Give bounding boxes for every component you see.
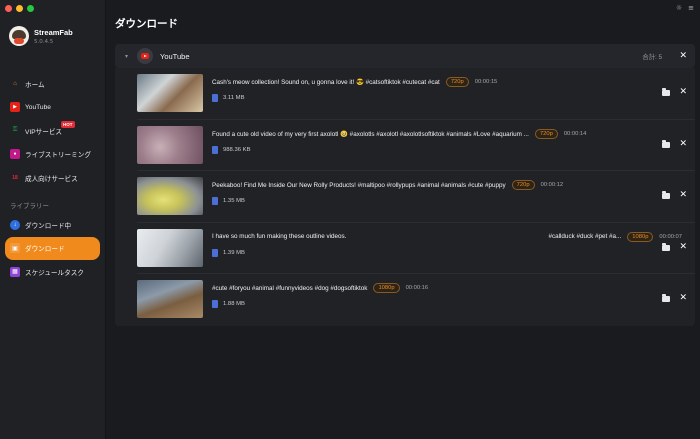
close-icon[interactable]: ✕ <box>679 190 687 200</box>
list-item[interactable]: I have so much fun making these outline … <box>137 223 695 274</box>
video-thumbnail <box>137 74 203 112</box>
folder-icon[interactable] <box>662 139 670 148</box>
close-icon[interactable]: ✕ <box>679 51 687 61</box>
sidebar-item-adult[interactable]: 18 成人向けサービス <box>0 166 106 190</box>
sidebar-item-label: YouTube <box>25 103 51 111</box>
video-title: I have so much fun making these outline … <box>212 233 347 240</box>
duration-label: 00:00:14 <box>563 130 587 137</box>
sidebar-item-vip[interactable]: ⚿ VIPサービス HOT <box>0 119 106 143</box>
close-icon[interactable]: ✕ <box>679 139 687 149</box>
video-list: Cash's meow collection! Sound on, u gonn… <box>115 68 695 326</box>
resolution-badge: 1080p <box>373 283 400 293</box>
file-size: 3.11 MB <box>223 95 245 101</box>
library-title: ライブラリー <box>10 203 49 210</box>
duration-label: 00:00:15 <box>474 79 498 85</box>
duration-label: 00:00:07 <box>659 233 682 240</box>
main-nav: ⌂ ホーム ▶ YouTube ⚿ VIPサービス HOT ● ライブストリーミ… <box>0 72 106 190</box>
download-icon: ↓ <box>10 219 20 230</box>
close-icon[interactable]: ✕ <box>679 87 687 97</box>
resolution-badge: 1080p <box>627 231 654 242</box>
home-icon: ⌂ <box>13 80 17 87</box>
top-right-icons: ☼ ≡ <box>676 4 694 12</box>
video-thumbnail <box>137 125 203 164</box>
group-title: YouTube <box>160 51 190 61</box>
list-item[interactable]: Cash's meow collection! Sound on, u gonn… <box>137 68 695 120</box>
maximize-window-button[interactable] <box>27 5 34 12</box>
resolution-badge: 720p <box>445 77 469 87</box>
sidebar-item-label: スケジュールタスク <box>25 269 84 277</box>
page-title: ダウンロード <box>115 18 178 30</box>
minimize-window-button[interactable] <box>16 5 23 12</box>
sidebar-item-label: 成人向けサービス <box>25 175 78 183</box>
sidebar-item-home[interactable]: ⌂ ホーム <box>0 72 106 96</box>
file-icon <box>212 94 218 102</box>
file-size: 1.88 MB <box>223 301 245 307</box>
folder-icon[interactable] <box>662 191 670 199</box>
library-nav: ↓ ダウンロード中 ▣ ダウンロード ▦ スケジュールタスク <box>0 213 106 284</box>
video-title: Peekaboo! Find Me Inside Our New Rolly P… <box>212 181 506 189</box>
duration-label: 00:00:16 <box>405 285 429 291</box>
main-panel: ☼ ≡ ダウンロード ▾ YouTube 合計: 5 ✕ Cash's meow… <box>106 0 700 439</box>
brand-name: StreamFab <box>34 27 73 37</box>
sidebar: StreamFab 5.0.4.5 ⌂ ホーム ▶ YouTube ⚿ VIPサ… <box>0 0 106 439</box>
app-window: StreamFab 5.0.4.5 ⌂ ホーム ▶ YouTube ⚿ VIPサ… <box>0 0 700 439</box>
video-title: Cash's meow collection! Sound on, u gonn… <box>212 79 440 86</box>
youtube-icon: ▶ <box>10 102 20 113</box>
youtube-icon <box>137 48 154 64</box>
adult-icon: 18 <box>12 174 18 181</box>
resolution-badge: 720p <box>534 128 558 139</box>
folder-icon[interactable] <box>662 88 670 96</box>
sidebar-item-youtube[interactable]: ▶ YouTube <box>0 96 106 120</box>
video-thumbnail <box>137 228 203 267</box>
video-title: #cute #foryou #animal #funnyvideos #dog … <box>212 284 368 292</box>
folder-icon[interactable] <box>662 242 670 251</box>
video-title: Found a cute old video of my very first … <box>212 130 529 138</box>
menu-icon[interactable]: ≡ <box>688 4 694 12</box>
file-size: 1.35 MB <box>223 198 245 204</box>
sidebar-item-label: VIPサービス <box>25 128 63 136</box>
file-icon <box>212 248 218 257</box>
close-icon[interactable]: ✕ <box>679 242 687 252</box>
sidebar-item-label: ホーム <box>25 81 45 89</box>
group-total: 合計: 5 <box>642 53 662 61</box>
duration-label: 00:00:12 <box>540 182 564 188</box>
chevron-down-icon[interactable]: ▾ <box>125 53 128 60</box>
resolution-badge: 720p <box>511 180 535 190</box>
logo-icon <box>9 26 29 46</box>
sidebar-item-label: ダウンロード <box>25 246 65 254</box>
theme-icon[interactable]: ☼ <box>676 4 682 12</box>
sidebar-item-downloaded[interactable]: ▣ ダウンロード <box>5 236 100 260</box>
live-icon: ● <box>10 149 20 160</box>
key-icon: ⚿ <box>12 127 18 134</box>
list-item[interactable]: #cute #foryou #animal #funnyvideos #dog … <box>137 274 695 326</box>
folder-icon[interactable] <box>662 294 670 302</box>
hot-badge: HOT <box>61 121 75 128</box>
list-item[interactable]: Peekaboo! Find Me Inside Our New Rolly P… <box>137 171 695 223</box>
close-window-button[interactable] <box>5 5 12 12</box>
file-size: 988.36 KB <box>223 146 251 153</box>
brand-header: StreamFab 5.0.4.5 <box>9 26 73 46</box>
sidebar-item-label: ダウンロード中 <box>25 222 72 230</box>
video-tags: #callduck #duck #pet #a... <box>548 233 622 240</box>
video-thumbnail <box>137 280 203 318</box>
sidebar-item-label: ライブストリーミング <box>25 152 91 160</box>
sidebar-item-live[interactable]: ● ライブストリーミング <box>0 143 106 167</box>
group-header[interactable]: ▾ YouTube 合計: 5 ✕ <box>115 44 695 68</box>
downloaded-icon: ▣ <box>10 243 20 254</box>
sidebar-item-schedule[interactable]: ▦ スケジュールタスク <box>0 260 106 284</box>
sidebar-item-downloading[interactable]: ↓ ダウンロード中 <box>0 213 106 237</box>
file-icon <box>212 197 218 205</box>
file-icon <box>212 145 218 154</box>
file-size: 1.39 MB <box>223 249 245 256</box>
close-icon[interactable]: ✕ <box>679 293 687 303</box>
schedule-icon: ▦ <box>10 266 20 277</box>
window-controls <box>5 5 34 12</box>
list-item[interactable]: Found a cute old video of my very first … <box>137 120 695 171</box>
version-label: 5.0.4.5 <box>34 38 54 45</box>
file-icon <box>212 300 218 308</box>
video-thumbnail <box>137 177 203 215</box>
